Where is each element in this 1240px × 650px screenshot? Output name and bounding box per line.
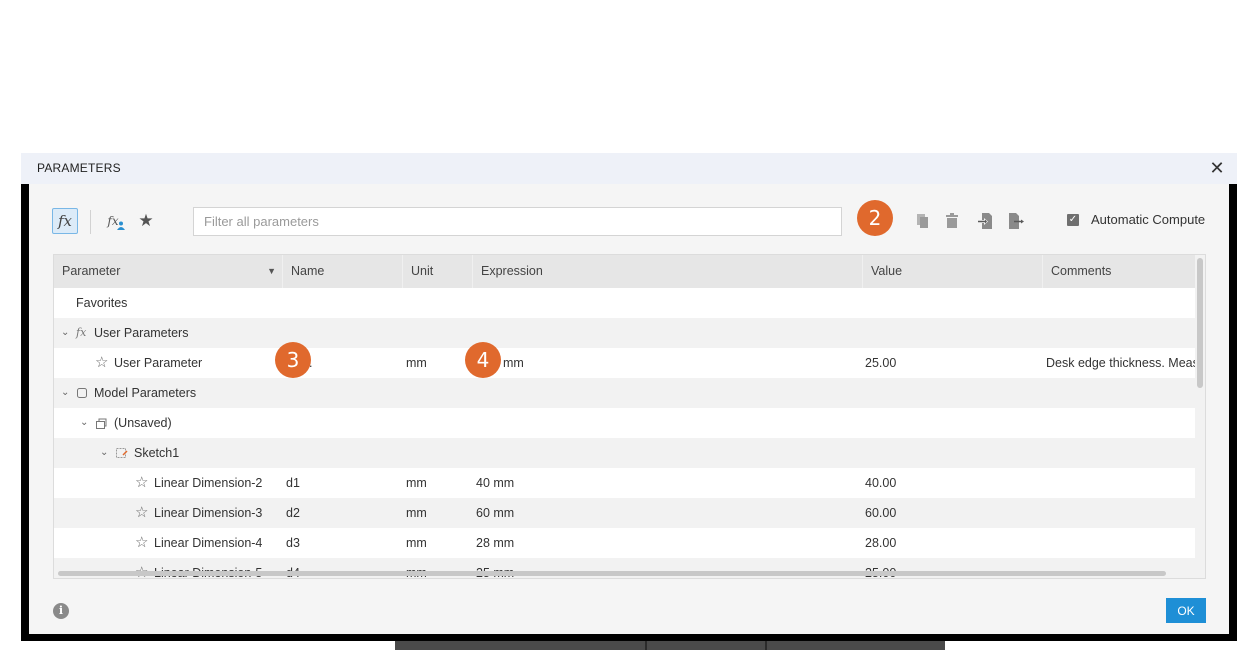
component-icon <box>96 418 107 429</box>
table-row-user-parameter[interactable]: ☆ User Parameter . mm mm 25.00 Desk edge… <box>54 348 1195 378</box>
table-row-linear-dimension-2[interactable]: ☆ Linear Dimension-2 d1 mm 40 mm 40.00 <box>54 468 1195 498</box>
row-label: Linear Dimension-2 <box>154 476 263 490</box>
table-row-favorites[interactable]: Favorites <box>54 288 1195 318</box>
column-header-unit[interactable]: Unit <box>403 255 473 288</box>
table-row-linear-dimension-3[interactable]: ☆ Linear Dimension-3 d2 mm 60 mm 60.00 <box>54 498 1195 528</box>
row-label: Favorites <box>76 296 128 310</box>
horizontal-scrollbar[interactable] <box>58 571 1166 576</box>
sort-caret-icon: ▼ <box>267 266 276 276</box>
cell-unit[interactable]: mm <box>406 348 427 378</box>
column-header-value[interactable]: Value <box>863 255 1043 288</box>
info-icon[interactable]: i <box>53 603 69 619</box>
cell-name[interactable]: d3 <box>286 528 300 558</box>
delete-icon[interactable] <box>942 211 962 231</box>
automatic-compute-toggle[interactable]: ✓ Automatic Compute <box>1067 212 1205 227</box>
cell-comment[interactable]: Desk edge thickness. Meas <box>1046 348 1195 378</box>
ok-button[interactable]: OK <box>1166 598 1206 623</box>
chevron-down-icon[interactable]: ⌄ <box>61 378 69 408</box>
column-header-expression[interactable]: Expression <box>473 255 863 288</box>
cell-name[interactable]: d2 <box>286 498 300 528</box>
favorites-star-icon[interactable]: ★ <box>133 208 159 234</box>
export-icon[interactable] <box>1006 211 1026 231</box>
cell-unit[interactable]: mm <box>406 528 427 558</box>
row-label: User Parameters <box>94 326 189 340</box>
table-row-sketch1[interactable]: ⌄ Sketch1 <box>54 438 1195 468</box>
callout-badge-3: 3 <box>275 342 311 378</box>
cell-unit[interactable]: mm <box>406 468 427 498</box>
row-label: Linear Dimension-4 <box>154 536 263 550</box>
filter-input[interactable] <box>193 207 842 236</box>
cell-value: 40.00 <box>865 476 897 490</box>
row-label: User Parameter <box>114 356 203 370</box>
parameters-dialog: PARAMETERS ✕ fx fx ★ 2 <box>21 153 1237 641</box>
cell-expression[interactable]: 60 mm <box>476 498 514 528</box>
column-header-parameter[interactable]: Parameter ▼ <box>54 255 283 288</box>
column-header-comments[interactable]: Comments <box>1043 255 1195 288</box>
chevron-down-icon[interactable]: ⌄ <box>80 408 88 438</box>
chevron-down-icon[interactable]: ⌄ <box>61 318 69 348</box>
parameters-table: Parameter ▼ Name Unit Expression Value Co… <box>53 254 1206 579</box>
cell-value: 25.00 <box>865 356 897 370</box>
automatic-compute-label: Automatic Compute <box>1091 212 1206 227</box>
row-label: Sketch1 <box>134 446 180 460</box>
callout-badge-2: 2 <box>857 200 893 236</box>
star-outline-icon[interactable]: ☆ <box>135 528 148 558</box>
model-icon <box>77 388 87 398</box>
close-icon[interactable]: ✕ <box>1207 158 1227 178</box>
toolbar-divider <box>90 210 91 234</box>
row-label: Model Parameters <box>94 386 197 400</box>
user-fx-icon[interactable]: fx <box>103 208 129 234</box>
automatic-compute-checkbox[interactable]: ✓ <box>1067 213 1079 226</box>
table-header: Parameter ▼ Name Unit Expression Value Co… <box>54 255 1195 288</box>
sketch-icon <box>116 448 128 458</box>
table-row-model-parameters[interactable]: ⌄ Model Parameters <box>54 378 1195 408</box>
copy-icon[interactable] <box>912 211 932 231</box>
column-header-name[interactable]: Name <box>283 255 403 288</box>
row-label: Linear Dimension-3 <box>154 506 263 520</box>
cell-expression[interactable]: mm <box>503 348 524 378</box>
dialog-titlebar: PARAMETERS ✕ <box>21 153 1237 184</box>
cell-unit[interactable]: mm <box>406 498 427 528</box>
row-label: (Unsaved) <box>114 416 172 430</box>
callout-badge-4: 4 <box>465 342 501 378</box>
table-row-user-parameters[interactable]: ⌄ fx User Parameters <box>54 318 1195 348</box>
cell-value: 60.00 <box>865 506 897 520</box>
chevron-down-icon[interactable]: ⌄ <box>100 438 108 468</box>
import-icon[interactable] <box>975 211 995 231</box>
fx-icon[interactable]: fx <box>52 208 78 234</box>
vertical-scrollbar[interactable] <box>1197 258 1203 388</box>
cell-name[interactable]: d1 <box>286 468 300 498</box>
star-outline-icon[interactable]: ☆ <box>135 468 148 498</box>
star-outline-icon[interactable]: ☆ <box>95 348 108 378</box>
table-row-linear-dimension-4[interactable]: ☆ Linear Dimension-4 d3 mm 28 mm 28.00 <box>54 528 1195 558</box>
cell-value: 28.00 <box>865 536 897 550</box>
star-outline-icon[interactable]: ☆ <box>135 498 148 528</box>
table-row-unsaved[interactable]: ⌄ (Unsaved) <box>54 408 1195 438</box>
fx-icon: fx <box>76 326 87 339</box>
dialog-body: fx fx ★ 2 ✓ <box>29 184 1229 634</box>
cell-expression[interactable]: 40 mm <box>476 468 514 498</box>
cell-expression[interactable]: 28 mm <box>476 528 514 558</box>
dialog-title: PARAMETERS <box>37 161 121 175</box>
